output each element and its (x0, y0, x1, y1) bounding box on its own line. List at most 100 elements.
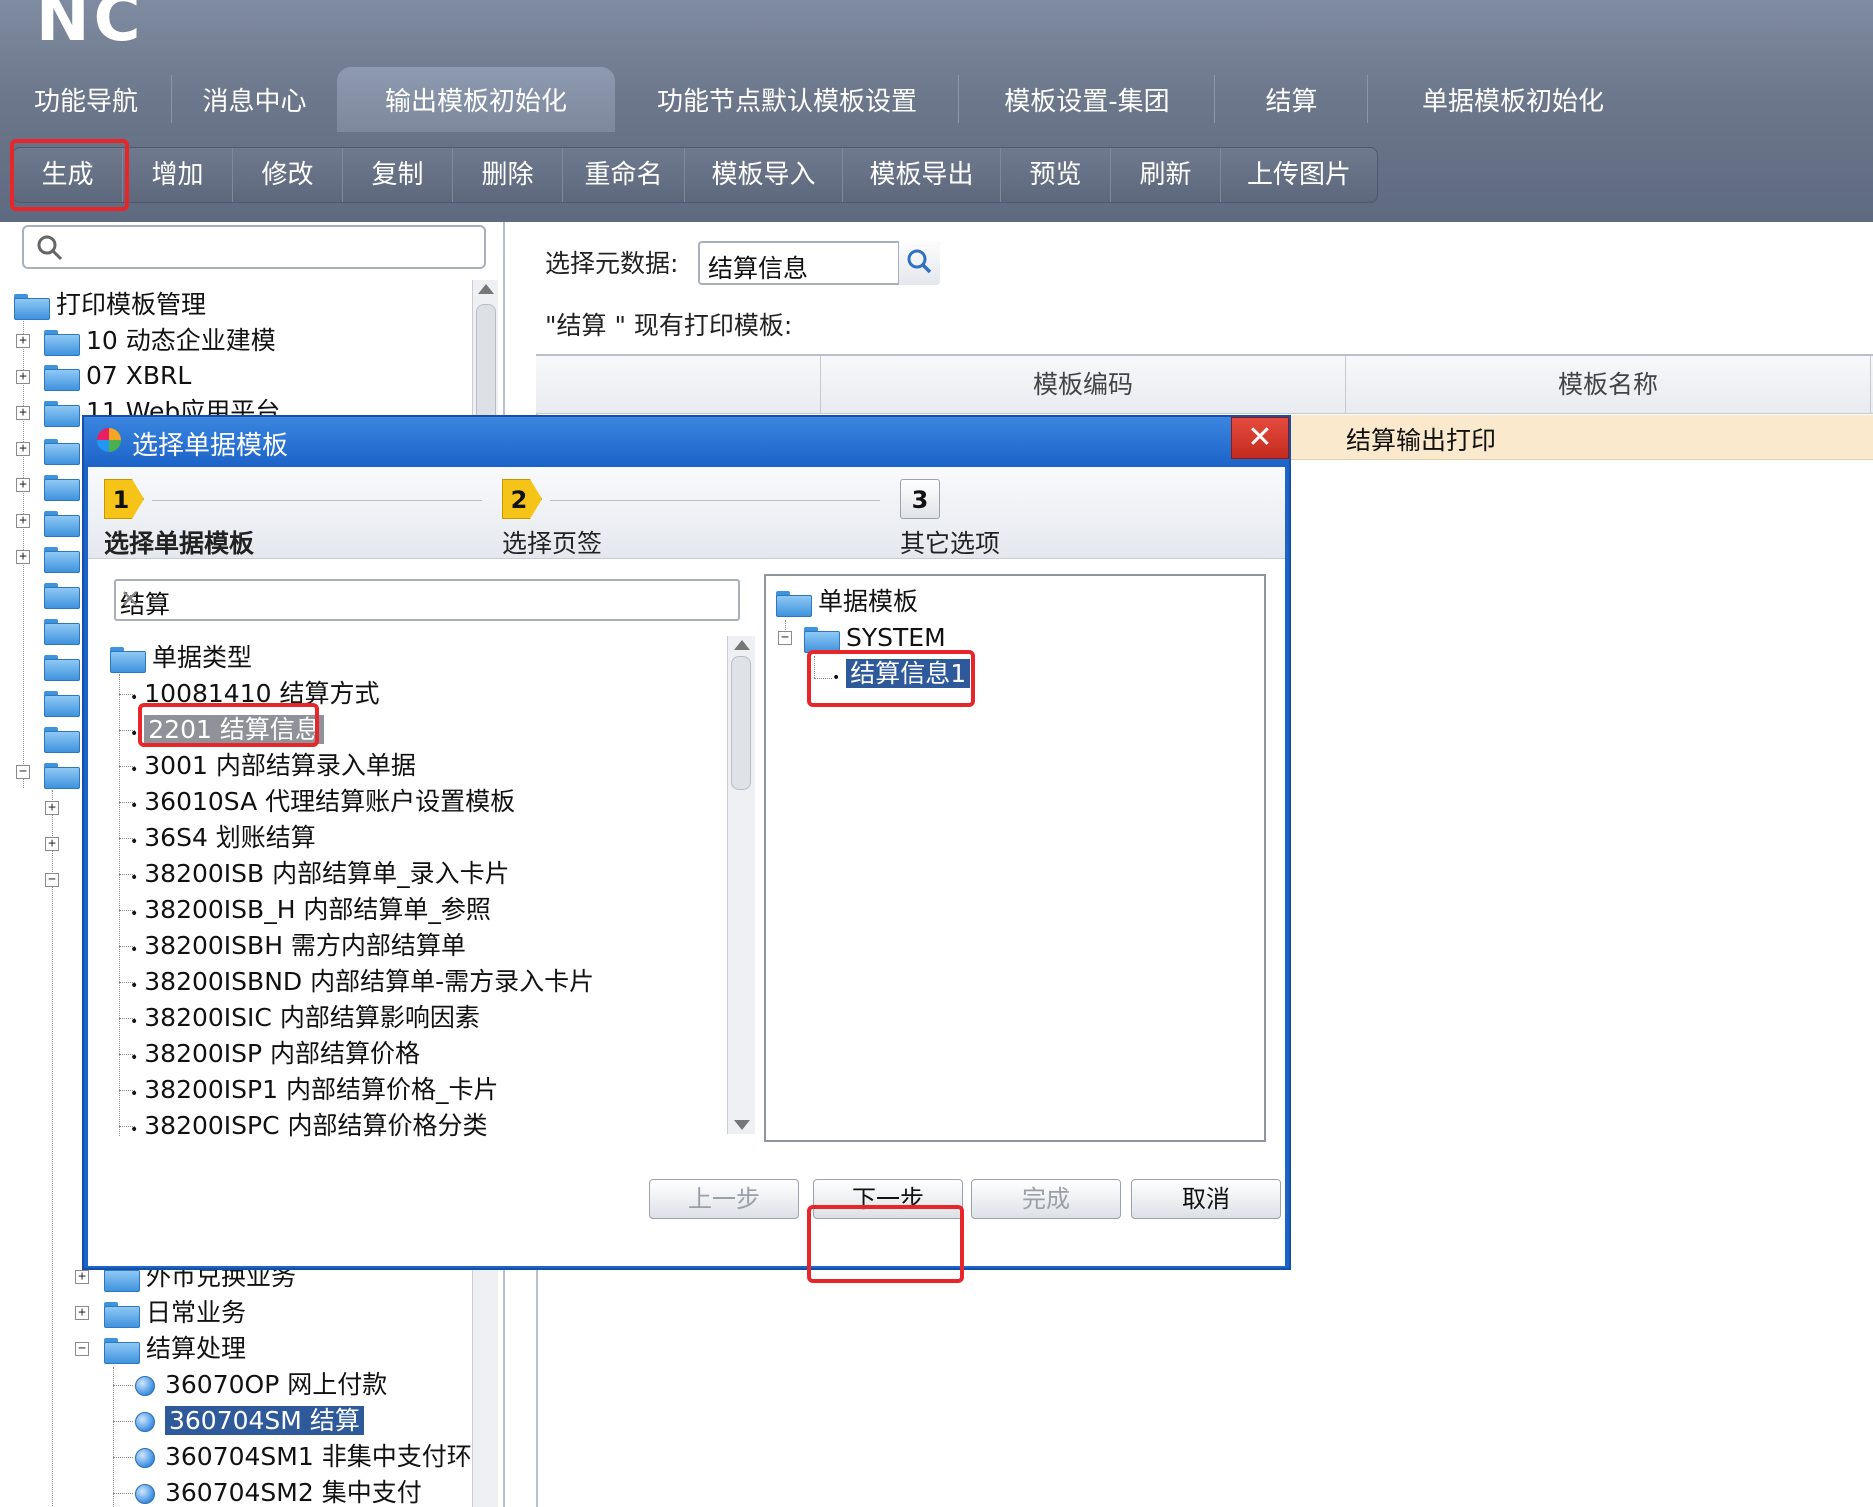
template-leaf-settlement-info-1[interactable]: • 结算信息1 (832, 656, 971, 692)
bill-type-item[interactable]: • 38200ISBND 内部结算单-需方录入卡片 (126, 964, 594, 1000)
tree-item-daily-business[interactable]: 日常业务 (104, 1295, 246, 1331)
add-button[interactable]: 增加 (123, 148, 233, 202)
col-template-name[interactable]: 模板名称 (1346, 356, 1871, 414)
tree-item-10[interactable]: 10 动态企业建模 (44, 323, 276, 359)
generate-button[interactable]: 生成 (13, 148, 123, 202)
step-1-label: 选择单据模板 (104, 529, 255, 558)
expand-icon[interactable]: + (45, 837, 59, 851)
bill-type-item[interactable]: • 38200ISB 内部结算单_录入卡片 (126, 856, 510, 892)
folder-icon (44, 655, 80, 681)
system-folder[interactable]: SYSTEM (804, 620, 946, 656)
tree-node-360704SM1[interactable]: 360704SM1 非集中支付环 (135, 1439, 472, 1475)
existing-templates-label: "结算 " 现有打印模板: (545, 311, 793, 340)
expand-icon[interactable]: + (16, 550, 30, 564)
bill-type-root[interactable]: 单据类型 (110, 640, 252, 676)
copy-button[interactable]: 复制 (343, 148, 453, 202)
collapse-icon[interactable]: − (75, 1342, 89, 1356)
bill-type-label: 38200ISIC 内部结算影响因素 (144, 1003, 480, 1032)
tree-bullet: • (130, 1014, 139, 1030)
folder-icon (104, 1338, 140, 1364)
finish-button[interactable]: 完成 (971, 1179, 1121, 1219)
tab-bill-template-init[interactable]: 单据模板初始化 (1368, 67, 1658, 132)
close-button[interactable]: ✕ (1231, 417, 1289, 459)
tree-node-360704SM2[interactable]: 360704SM2 集中支付 (135, 1475, 422, 1507)
tab-message-center[interactable]: 消息中心 (172, 67, 337, 132)
expand-icon[interactable]: + (16, 442, 30, 456)
bill-type-item[interactable]: • 38200ISP1 内部结算价格_卡片 (126, 1072, 498, 1108)
expand-icon[interactable]: + (16, 478, 30, 492)
bill-type-label: 38200ISP 内部结算价格 (144, 1039, 421, 1068)
edit-button[interactable]: 修改 (233, 148, 343, 202)
grid-rownum-header (536, 356, 821, 414)
bill-type-scrollbar[interactable] (727, 636, 755, 1134)
collapse-icon[interactable]: − (16, 765, 30, 779)
collapse-icon[interactable]: − (45, 873, 59, 887)
tab-node-default-template[interactable]: 功能节点默认模板设置 (615, 67, 959, 132)
bill-type-item[interactable]: • 38200ISBH 需方内部结算单 (126, 928, 466, 964)
tree-bullet: • (130, 1122, 139, 1137)
bill-type-item[interactable]: • 3001 内部结算录入单据 (126, 748, 416, 784)
node-icon (135, 1448, 155, 1468)
tree-item-07[interactable]: 07 XBRL (44, 358, 191, 394)
tab-settlement[interactable]: 结算 (1215, 67, 1368, 132)
step-connector (152, 500, 482, 501)
expand-icon[interactable]: + (16, 334, 30, 348)
bill-type-item[interactable]: • 38200ISIC 内部结算影响因素 (126, 1000, 480, 1036)
left-search-input[interactable] (22, 225, 486, 269)
expand-icon[interactable]: + (16, 406, 30, 420)
expand-icon[interactable]: + (75, 1306, 89, 1320)
step-2-label: 选择页签 (502, 529, 603, 558)
bill-type-label: 38200ISP1 内部结算价格_卡片 (144, 1075, 499, 1104)
folder-icon (44, 511, 80, 537)
tree-root-print-template[interactable]: 打印模板管理 (14, 287, 206, 323)
folder-icon (44, 583, 80, 609)
prev-step-button[interactable]: 上一步 (649, 1179, 799, 1219)
bill-type-item[interactable]: • 38200ISP 内部结算价格 (126, 1036, 420, 1072)
template-name-cell: 结算输出打印 (1346, 426, 1497, 455)
search-icon (907, 249, 932, 274)
template-import-button[interactable]: 模板导入 (685, 148, 843, 202)
folder-open-icon (776, 591, 812, 617)
tab-template-settings-group[interactable]: 模板设置-集团 (959, 67, 1215, 132)
rename-button[interactable]: 重命名 (563, 148, 685, 202)
step-connector (550, 500, 880, 501)
bill-type-tree: 单据类型 • 10081410 结算方式 • 2201 结算信息 • 3001 内部结算录… (104, 632, 726, 1137)
tab-output-template-init[interactable]: 输出模板初始化 (337, 67, 615, 132)
expand-icon[interactable]: + (16, 514, 30, 528)
bill-type-item[interactable]: • 10081410 结算方式 (126, 676, 379, 712)
col-template-code[interactable]: 模板编码 (821, 356, 1346, 414)
delete-button[interactable]: 删除 (453, 148, 563, 202)
metadata-search-button[interactable] (898, 241, 940, 285)
tree-node-360704SM[interactable]: 360704SM 结算 (135, 1403, 364, 1439)
dialog-titlebar[interactable]: 选择单据模板 (84, 417, 1289, 465)
expand-icon[interactable]: + (75, 1270, 89, 1284)
refresh-button[interactable]: 刷新 (1111, 148, 1221, 202)
folder-icon (44, 619, 80, 645)
bill-type-search-input[interactable]: 结算 ✕ (114, 579, 740, 621)
tree-item-settlement-processing[interactable]: 结算处理 (104, 1331, 246, 1367)
tree-bullet: • (130, 726, 139, 742)
clear-icon[interactable]: ✕ (120, 585, 730, 613)
expand-icon[interactable]: + (45, 801, 59, 815)
bill-type-item[interactable]: • 2201 结算信息 (126, 712, 324, 748)
bill-type-item[interactable]: • 36010SA 代理结算账户设置模板 (126, 784, 515, 820)
cancel-button[interactable]: 取消 (1131, 1179, 1281, 1219)
tab-function-nav[interactable]: 功能导航 (0, 67, 172, 132)
tree-node-36070OP[interactable]: 36070OP 网上付款 (135, 1367, 387, 1403)
app-header: NC 功能导航 消息中心 输出模板初始化 功能节点默认模板设置 模板设置-集团 … (0, 0, 1873, 222)
bill-type-label: 38200ISBND 内部结算单-需方录入卡片 (144, 967, 595, 996)
bill-type-item[interactable]: • 36S4 划账结算 (126, 820, 316, 856)
expand-icon[interactable]: + (16, 370, 30, 384)
preview-button[interactable]: 预览 (1001, 148, 1111, 202)
bill-type-item[interactable]: • 38200ISPC 内部结算价格分类 (126, 1108, 488, 1137)
tree-bullet: • (130, 762, 139, 778)
collapse-icon[interactable]: − (778, 631, 792, 645)
next-step-button[interactable]: 下一步 (813, 1179, 963, 1219)
bill-type-item[interactable]: • 38200ISB_H 内部结算单_参照 (126, 892, 491, 928)
nc-logo: NC (36, 0, 145, 56)
search-icon (37, 235, 63, 261)
folder-icon (44, 547, 80, 573)
upload-image-button[interactable]: 上传图片 (1221, 148, 1377, 202)
bill-template-root[interactable]: 单据模板 (776, 584, 918, 620)
template-export-button[interactable]: 模板导出 (843, 148, 1001, 202)
